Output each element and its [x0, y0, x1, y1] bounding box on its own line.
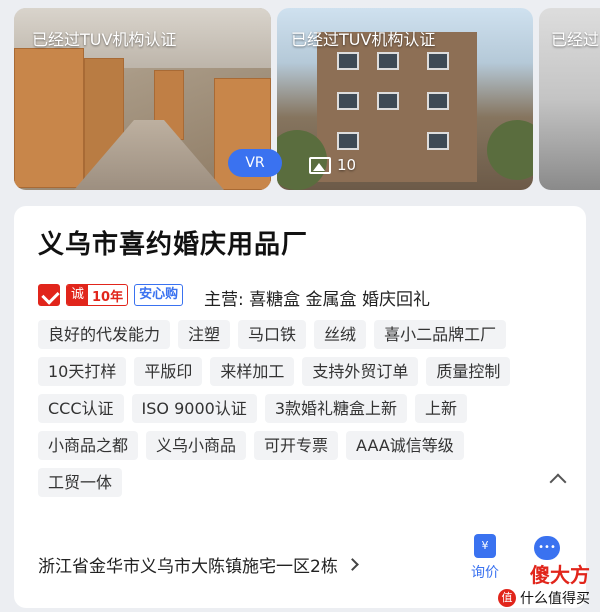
- tag[interactable]: 支持外贸订单: [302, 357, 419, 386]
- integrity-years-badge: 诚 10年: [66, 284, 129, 306]
- tag[interactable]: 良好的代发能力: [38, 320, 171, 349]
- watermark: 傻大方 值 什么值得买: [498, 559, 590, 608]
- tag[interactable]: 小商品之都: [38, 431, 139, 460]
- tag[interactable]: 10天打样: [38, 357, 127, 386]
- price-tag-icon: ¥: [474, 534, 496, 558]
- window: [427, 132, 449, 150]
- safe-purchase-badge: 安心购: [134, 284, 184, 306]
- tag[interactable]: 平版印: [134, 357, 203, 386]
- tag[interactable]: 工贸一体: [38, 468, 123, 497]
- certification-label: 已经过TUV机构认证: [291, 30, 436, 49]
- window: [377, 52, 399, 70]
- tag[interactable]: 来样加工: [210, 357, 295, 386]
- watermark-site: 值 什么值得买: [498, 588, 590, 608]
- tree: [487, 120, 533, 180]
- supplier-badges: 诚 10年 安心购: [38, 284, 184, 306]
- tag-row: 小商品之都 义乌小商品 可开专票 AAA诚信等级: [38, 431, 558, 460]
- photo-count: 10: [309, 156, 356, 174]
- site-logo-icon: 值: [498, 589, 516, 607]
- tag[interactable]: 马口铁: [238, 320, 307, 349]
- photo-icon: [309, 156, 331, 174]
- tag-row: 10天打样 平版印 来样加工 支持外贸订单 质量控制: [38, 357, 558, 386]
- address-text: 浙江省金华市义乌市大陈镇施宅一区2栋: [38, 557, 338, 577]
- tag[interactable]: 注塑: [178, 320, 231, 349]
- integrity-badge-label: 诚: [67, 285, 89, 305]
- certification-label: 已经过: [551, 30, 600, 49]
- window: [427, 52, 449, 70]
- window: [337, 132, 359, 150]
- supplier-card: 义乌市喜约婚庆用品厂 诚 10年 安心购 主营: 喜糖盒 金属盒 婚庆回礼 良好…: [14, 206, 586, 608]
- inquiry-button[interactable]: ¥ 询价: [470, 534, 500, 582]
- chat-bubble-icon[interactable]: •••: [534, 536, 560, 560]
- window: [377, 92, 399, 110]
- gallery-image-building[interactable]: 已经过TUV机构认证 10: [277, 8, 533, 190]
- tag-row: 良好的代发能力 注塑 马口铁 丝绒 喜小二品牌工厂: [38, 320, 558, 349]
- tag[interactable]: 质量控制: [426, 357, 511, 386]
- tag[interactable]: 上新: [415, 394, 468, 423]
- chevron-right-icon: [345, 558, 359, 571]
- tag-list: 良好的代发能力 注塑 马口铁 丝绒 喜小二品牌工厂 10天打样 平版印 来样加工…: [38, 320, 558, 505]
- tag[interactable]: 喜小二品牌工厂: [374, 320, 507, 349]
- photo-gallery[interactable]: 已经过TUV机构认证 已经过TUV机构认证 10 已经过 VR: [0, 0, 600, 196]
- tag[interactable]: 义乌小商品: [146, 431, 247, 460]
- window: [337, 52, 359, 70]
- main-business: 主营: 喜糖盒 金属盒 婚庆回礼: [204, 290, 430, 310]
- tag-row: 工贸一体: [38, 468, 558, 497]
- warehouse-boxes-left: [14, 48, 84, 188]
- tag[interactable]: AAA诚信等级: [346, 431, 464, 460]
- verified-icon: [38, 284, 60, 306]
- tag[interactable]: ISO 9000认证: [131, 394, 257, 423]
- gallery-image-machine[interactable]: 已经过: [539, 8, 600, 190]
- watermark-site-name: 什么值得买: [520, 591, 590, 607]
- supplier-name[interactable]: 义乌市喜约婚庆用品厂: [38, 224, 308, 261]
- certification-label: 已经过TUV机构认证: [32, 30, 177, 49]
- window: [427, 92, 449, 110]
- tag[interactable]: 3款婚礼糖盒上新: [264, 394, 407, 423]
- tag[interactable]: 可开专票: [254, 431, 339, 460]
- window: [337, 92, 359, 110]
- tag[interactable]: CCC认证: [38, 394, 124, 423]
- tag-row: CCC认证 ISO 9000认证 3款婚礼糖盒上新 上新: [38, 394, 558, 423]
- photo-count-value: 10: [337, 156, 357, 174]
- inquiry-label: 询价: [471, 565, 499, 581]
- integrity-years: 10年: [92, 289, 124, 305]
- vr-button[interactable]: VR: [228, 149, 282, 177]
- tag[interactable]: 丝绒: [314, 320, 367, 349]
- watermark-author: 傻大方: [530, 563, 590, 587]
- address-row[interactable]: 浙江省金华市义乌市大陈镇施宅一区2栋: [38, 552, 359, 577]
